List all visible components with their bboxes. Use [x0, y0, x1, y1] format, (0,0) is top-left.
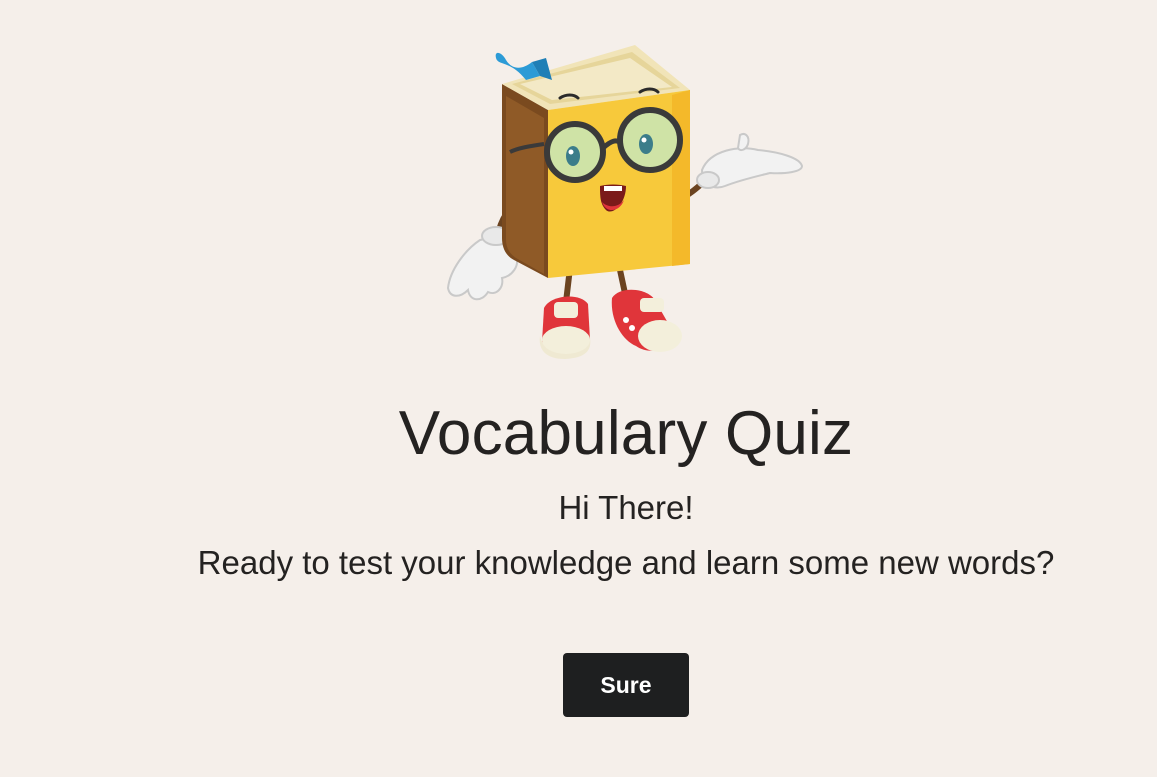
book-mascot-icon	[446, 45, 804, 359]
start-quiz-button[interactable]: Sure	[563, 653, 689, 717]
right-shoe	[611, 289, 682, 352]
greeting-text: Hi There!	[558, 489, 694, 526]
page-title: Vocabulary Quiz	[398, 399, 854, 468]
right-glove	[696, 133, 804, 189]
welcome-screen: Vocabulary Quiz Hi There! Ready to test …	[0, 0, 1157, 777]
prompt-text: Ready to test your knowledge and learn s…	[197, 544, 1055, 581]
left-shoe	[539, 296, 591, 359]
